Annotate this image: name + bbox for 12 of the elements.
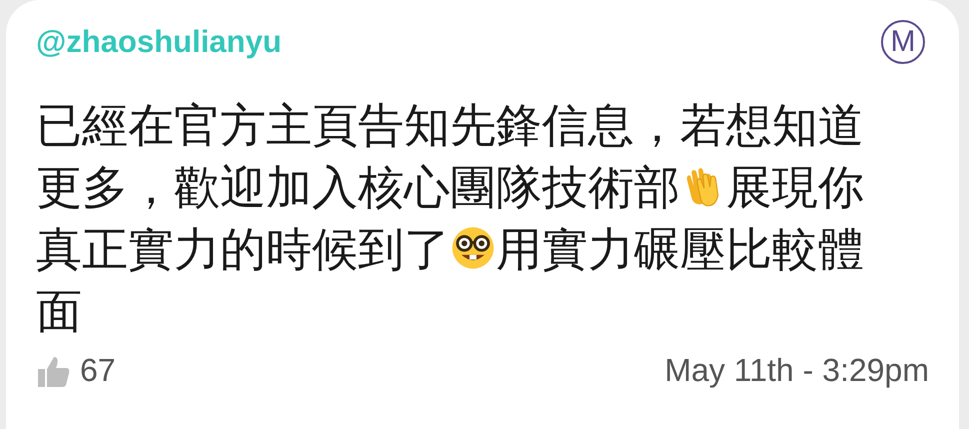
username[interactable]: @zhaoshulianyu	[36, 24, 282, 60]
post-text: 展現你	[726, 160, 864, 214]
post-text: 已經在官方主頁告知先鋒信息，若想知道	[36, 98, 864, 152]
post-text: 面	[36, 284, 82, 338]
post-text: 更多，歡迎加入核心團隊技術部	[36, 160, 680, 214]
like-count: 67	[80, 352, 116, 389]
moderator-badge: M	[881, 20, 925, 64]
thumbs-up-icon[interactable]	[36, 354, 70, 386]
timestamp: May 11th - 3:29pm	[664, 352, 929, 389]
post-text: 用實力碾壓比較體	[496, 222, 864, 276]
post-text: 真正實力的時候到了	[36, 222, 450, 276]
nerd-face-icon	[450, 224, 496, 271]
